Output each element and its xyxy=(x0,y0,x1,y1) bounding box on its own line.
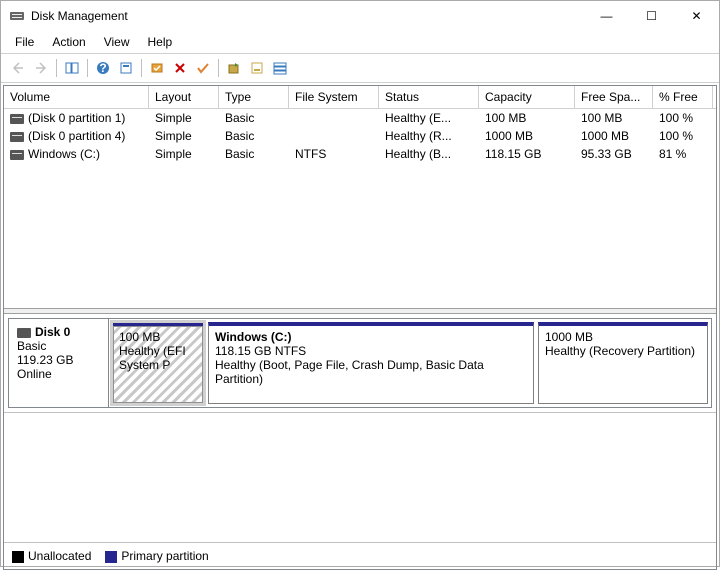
maximize-button[interactable]: ☐ xyxy=(629,1,674,31)
volume-status: Healthy (R... xyxy=(379,127,479,145)
partition-size: 1000 MB xyxy=(545,330,701,344)
svg-text:?: ? xyxy=(99,61,106,75)
drive-icon xyxy=(10,114,24,124)
volume-pct: 100 % xyxy=(653,127,713,145)
volume-free: 100 MB xyxy=(575,109,653,127)
volume-layout: Simple xyxy=(149,109,219,127)
column-percentfree[interactable]: % Free xyxy=(653,86,713,108)
column-layout[interactable]: Layout xyxy=(149,86,219,108)
menu-file[interactable]: File xyxy=(7,33,42,51)
volume-name: (Disk 0 partition 4) xyxy=(4,127,149,145)
toolbar: ? xyxy=(1,53,719,83)
partition-status: Healthy (Recovery Partition) xyxy=(545,344,701,358)
partition-title: Windows (C:) xyxy=(215,330,292,344)
volume-list-header: Volume Layout Type File System Status Ca… xyxy=(4,86,716,109)
help-button[interactable]: ? xyxy=(92,57,114,79)
volume-name: (Disk 0 partition 1) xyxy=(4,109,149,127)
volume-row[interactable]: (Disk 0 partition 1) Simple Basic Health… xyxy=(4,109,716,127)
content-area: Volume Layout Type File System Status Ca… xyxy=(3,85,717,570)
menu-help[interactable]: Help xyxy=(140,33,181,51)
disk-icon xyxy=(17,328,31,338)
volume-free: 95.33 GB xyxy=(575,145,653,163)
column-type[interactable]: Type xyxy=(219,86,289,108)
volume-fs xyxy=(289,127,379,145)
menubar: File Action View Help xyxy=(1,31,719,53)
window-controls: — ☐ ✕ xyxy=(584,1,719,31)
disk-info[interactable]: Disk 0 Basic 119.23 GB Online xyxy=(9,319,109,407)
menu-action[interactable]: Action xyxy=(44,33,93,51)
menu-view[interactable]: View xyxy=(96,33,138,51)
volume-fs: NTFS xyxy=(289,145,379,163)
partition-recovery[interactable]: 1000 MB Healthy (Recovery Partition) xyxy=(538,322,708,404)
toolbar-separator xyxy=(56,59,57,77)
disk-size: 119.23 GB xyxy=(17,353,100,367)
volume-list: Volume Layout Type File System Status Ca… xyxy=(4,86,716,308)
partition-size: 118.15 GB NTFS xyxy=(215,344,527,358)
refresh-button[interactable] xyxy=(146,57,168,79)
disk-map-pane: Disk 0 Basic 119.23 GB Online 100 MB Hea… xyxy=(4,314,716,542)
volume-capacity: 100 MB xyxy=(479,109,575,127)
legend: Unallocated Primary partition xyxy=(4,542,716,569)
volume-layout: Simple xyxy=(149,145,219,163)
partition-status: Healthy (Boot, Page File, Crash Dump, Ba… xyxy=(215,358,527,386)
toolbar-separator xyxy=(218,59,219,77)
settings-top-button[interactable] xyxy=(115,57,137,79)
column-capacity[interactable]: Capacity xyxy=(479,86,575,108)
column-status[interactable]: Status xyxy=(379,86,479,108)
volume-free: 1000 MB xyxy=(575,127,653,145)
volume-type: Basic xyxy=(219,145,289,163)
show-hide-tree-button[interactable] xyxy=(61,57,83,79)
back-button[interactable] xyxy=(7,57,29,79)
drive-icon xyxy=(10,150,24,160)
volume-type: Basic xyxy=(219,109,289,127)
column-volume[interactable]: Volume xyxy=(4,86,149,108)
disk-status: Online xyxy=(17,367,100,381)
partition-windows-c[interactable]: Windows (C:) 118.15 GB NTFS Healthy (Boo… xyxy=(208,322,534,404)
volume-fs xyxy=(289,109,379,127)
close-button[interactable]: ✕ xyxy=(674,1,719,31)
delete-button[interactable] xyxy=(169,57,191,79)
swatch-primary xyxy=(105,551,117,563)
volume-status: Healthy (E... xyxy=(379,109,479,127)
volume-capacity: 1000 MB xyxy=(479,127,575,145)
legend-primary: Primary partition xyxy=(105,549,208,563)
settings-bottom-button[interactable] xyxy=(246,57,268,79)
partition-efi[interactable]: 100 MB Healthy (EFI System P xyxy=(112,322,204,404)
drive-icon xyxy=(10,132,24,142)
properties-button[interactable] xyxy=(192,57,214,79)
disk-map: Disk 0 Basic 119.23 GB Online 100 MB Hea… xyxy=(8,318,712,408)
column-filesystem[interactable]: File System xyxy=(289,86,379,108)
list-view-button[interactable] xyxy=(269,57,291,79)
volume-row[interactable]: (Disk 0 partition 4) Simple Basic Health… xyxy=(4,127,716,145)
volume-type: Basic xyxy=(219,127,289,145)
rescan-button[interactable] xyxy=(223,57,245,79)
volume-capacity: 118.15 GB xyxy=(479,145,575,163)
disk-type: Basic xyxy=(17,339,100,353)
toolbar-separator xyxy=(87,59,88,77)
legend-unallocated: Unallocated xyxy=(12,549,91,563)
toolbar-separator xyxy=(141,59,142,77)
minimize-button[interactable]: — xyxy=(584,1,629,31)
disk-map-empty-area xyxy=(4,412,716,542)
volume-row[interactable]: Windows (C:) Simple Basic NTFS Healthy (… xyxy=(4,145,716,163)
partitions: 100 MB Healthy (EFI System P Windows (C:… xyxy=(109,319,711,407)
partition-size: 100 MB xyxy=(119,330,197,344)
volume-status: Healthy (B... xyxy=(379,145,479,163)
volume-pct: 81 % xyxy=(653,145,713,163)
swatch-unallocated xyxy=(12,551,24,563)
column-freespace[interactable]: Free Spa... xyxy=(575,86,653,108)
volume-pct: 100 % xyxy=(653,109,713,127)
volume-layout: Simple xyxy=(149,127,219,145)
window-title: Disk Management xyxy=(31,9,584,23)
forward-button[interactable] xyxy=(30,57,52,79)
partition-status: Healthy (EFI System P xyxy=(119,344,197,372)
titlebar: Disk Management — ☐ ✕ xyxy=(1,1,719,31)
disk-label: Disk 0 xyxy=(35,325,70,339)
app-icon xyxy=(9,8,25,24)
volume-name: Windows (C:) xyxy=(4,145,149,163)
